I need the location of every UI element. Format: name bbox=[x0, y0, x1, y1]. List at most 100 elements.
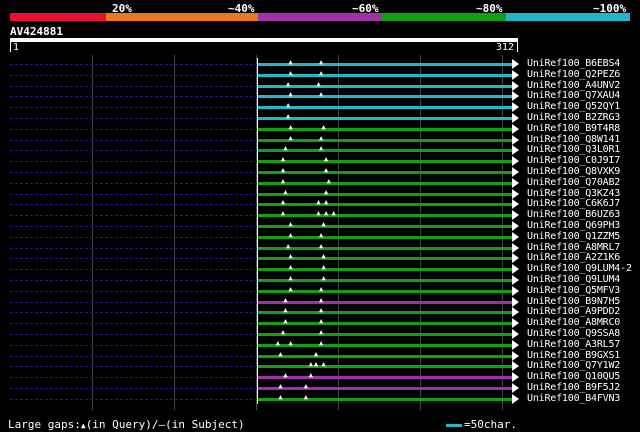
hit-bar[interactable] bbox=[258, 127, 512, 131]
hit-label[interactable]: UniRef100_Q7Y1W2 bbox=[527, 360, 620, 371]
hit-label[interactable]: UniRef100_Q2PEZ6 bbox=[527, 69, 620, 80]
hit-label[interactable]: UniRef100_Q69PH3 bbox=[527, 220, 620, 231]
gap-in-query-icon: ▲ bbox=[321, 122, 326, 131]
hit-arrow-icon bbox=[512, 91, 519, 102]
hit-arrow-icon bbox=[512, 296, 519, 307]
gap-in-query-icon: ▲ bbox=[318, 328, 324, 336]
hit-arrow-icon bbox=[512, 199, 519, 210]
unaligned-region bbox=[10, 398, 258, 400]
hit-bar[interactable] bbox=[258, 343, 512, 347]
hit-label[interactable]: UniRef100_A8MRL7 bbox=[527, 242, 620, 253]
hit-label[interactable]: UniRef100_A3RL57 bbox=[527, 339, 620, 350]
hit-bar[interactable] bbox=[258, 117, 512, 120]
hit-label[interactable]: UniRef100_B6UZ63 bbox=[527, 209, 620, 220]
hit-bar[interactable] bbox=[258, 63, 512, 66]
unaligned-region bbox=[10, 269, 258, 271]
hit-bar[interactable] bbox=[258, 214, 512, 218]
hit-label[interactable]: UniRef100_Q7XAU4 bbox=[527, 90, 620, 101]
hit-bar[interactable] bbox=[258, 246, 512, 250]
gap-in-query-icon: ▲ bbox=[318, 295, 324, 304]
gap-in-query-icon: ▲ bbox=[288, 252, 293, 261]
gap-in-query-icon: ▲ bbox=[326, 176, 331, 185]
hit-label[interactable]: UniRef100_B4FVN3 bbox=[527, 393, 620, 404]
gap-in-query-icon: ▲ bbox=[288, 263, 293, 272]
hit-label[interactable]: UniRef100_Q8VXK9 bbox=[527, 166, 620, 177]
hit-label[interactable]: UniRef100_B2ZRG3 bbox=[527, 112, 620, 123]
gap-in-query-icon: ▲ bbox=[285, 112, 291, 120]
hit-label[interactable]: UniRef100_Q5MFV3 bbox=[527, 285, 620, 296]
hit-bar[interactable] bbox=[258, 311, 512, 315]
hit-label[interactable]: UniRef100_A2Z1K6 bbox=[527, 252, 620, 263]
hit-bar[interactable] bbox=[258, 149, 512, 153]
hit-bar[interactable] bbox=[258, 138, 512, 142]
gap-in-query-icon: ▲ bbox=[324, 166, 329, 174]
hit-label[interactable]: UniRef100_Q3L0R1 bbox=[527, 144, 620, 155]
gap-in-query-icon: ▲ bbox=[303, 392, 308, 401]
hit-bar[interactable] bbox=[258, 257, 512, 261]
hit-label[interactable]: UniRef100_Q8W141 bbox=[527, 134, 620, 145]
hit-bar[interactable] bbox=[258, 387, 512, 390]
hit-bar[interactable] bbox=[258, 84, 512, 88]
hit-row[interactable]: ▲ ▲ UniRef100_B4FVN3 bbox=[10, 392, 630, 405]
unaligned-region bbox=[10, 258, 258, 260]
hit-label[interactable]: UniRef100_B6EBS4 bbox=[527, 58, 620, 69]
hit-bar[interactable] bbox=[258, 300, 512, 304]
gap-in-query-icon: ▲ bbox=[316, 79, 321, 88]
hit-bar[interactable] bbox=[258, 181, 512, 185]
hit-label[interactable]: UniRef100_C6K6J7 bbox=[527, 198, 620, 209]
hit-arrow-icon bbox=[512, 275, 519, 285]
hit-bar[interactable] bbox=[258, 376, 512, 380]
gap-in-query-icon: ▲ bbox=[280, 209, 286, 218]
hit-bar[interactable] bbox=[258, 235, 512, 239]
hit-label[interactable]: UniRef100_Q10QU5 bbox=[527, 371, 620, 382]
hit-bar[interactable] bbox=[258, 289, 512, 293]
hit-arrow-icon bbox=[512, 188, 519, 199]
gap-in-query-icon: ▲ bbox=[283, 144, 288, 153]
hit-bar[interactable] bbox=[258, 333, 512, 336]
hit-arrow-icon bbox=[512, 167, 519, 177]
hit-bar[interactable] bbox=[258, 203, 512, 207]
hit-label[interactable]: UniRef100_Q1ZZM5 bbox=[527, 231, 620, 242]
scale-label-40: ~40% bbox=[228, 2, 255, 15]
hit-bar[interactable] bbox=[258, 354, 512, 358]
hit-label[interactable]: UniRef100_Q9SSA8 bbox=[527, 328, 620, 339]
hit-bar[interactable] bbox=[258, 160, 512, 164]
hit-bar[interactable] bbox=[258, 171, 512, 174]
hit-bar[interactable] bbox=[258, 322, 512, 326]
hit-label[interactable]: UniRef100_A4UNV2 bbox=[527, 80, 620, 91]
hit-label[interactable]: UniRef100_Q3KZ43 bbox=[527, 188, 620, 199]
unaligned-region bbox=[10, 236, 258, 238]
hit-label[interactable]: UniRef100_Q70AB2 bbox=[527, 177, 620, 188]
gap-in-query-icon: ▲ bbox=[283, 317, 288, 326]
hit-bar[interactable] bbox=[258, 192, 512, 196]
scale-label-100: ~100% bbox=[593, 2, 627, 15]
hit-bar[interactable] bbox=[258, 95, 512, 99]
hit-arrow-icon bbox=[512, 253, 519, 264]
hit-label[interactable]: UniRef100_B9GXS1 bbox=[527, 350, 620, 361]
unaligned-region bbox=[10, 172, 258, 173]
unaligned-region bbox=[10, 344, 258, 346]
gap-in-query-icon: ▲ bbox=[318, 144, 324, 153]
hit-bar[interactable] bbox=[258, 365, 512, 369]
hit-label[interactable]: UniRef100_B9N7H5 bbox=[527, 296, 620, 307]
hit-label[interactable]: UniRef100_C0J9I7 bbox=[527, 155, 620, 166]
unaligned-region bbox=[10, 215, 258, 217]
hit-label[interactable]: UniRef100_Q9LUM4 bbox=[527, 274, 620, 285]
hit-bar[interactable] bbox=[258, 106, 512, 110]
unaligned-region bbox=[10, 128, 258, 130]
hit-bar[interactable] bbox=[258, 397, 512, 401]
unaligned-region bbox=[10, 301, 258, 303]
hit-label[interactable]: UniRef100_Q9LUM4-2 bbox=[527, 263, 632, 274]
hit-label[interactable]: UniRef100_A9PDD2 bbox=[527, 306, 620, 317]
hit-label[interactable]: UniRef100_B9T4R8 bbox=[527, 123, 620, 134]
hit-bar[interactable] bbox=[258, 279, 512, 282]
hit-bar[interactable] bbox=[258, 268, 512, 272]
hit-label[interactable]: UniRef100_Q52QY1 bbox=[527, 101, 620, 112]
in-subject-label: (in Subject) bbox=[165, 418, 245, 431]
scale-legend-swatch bbox=[446, 423, 462, 427]
hit-label[interactable]: UniRef100_A8MRC0 bbox=[527, 317, 620, 328]
hit-bar[interactable] bbox=[258, 73, 512, 77]
hit-label[interactable]: UniRef100_B9F5J2 bbox=[527, 382, 620, 393]
hit-arrow-icon bbox=[512, 210, 519, 221]
hit-bar[interactable] bbox=[258, 225, 512, 228]
